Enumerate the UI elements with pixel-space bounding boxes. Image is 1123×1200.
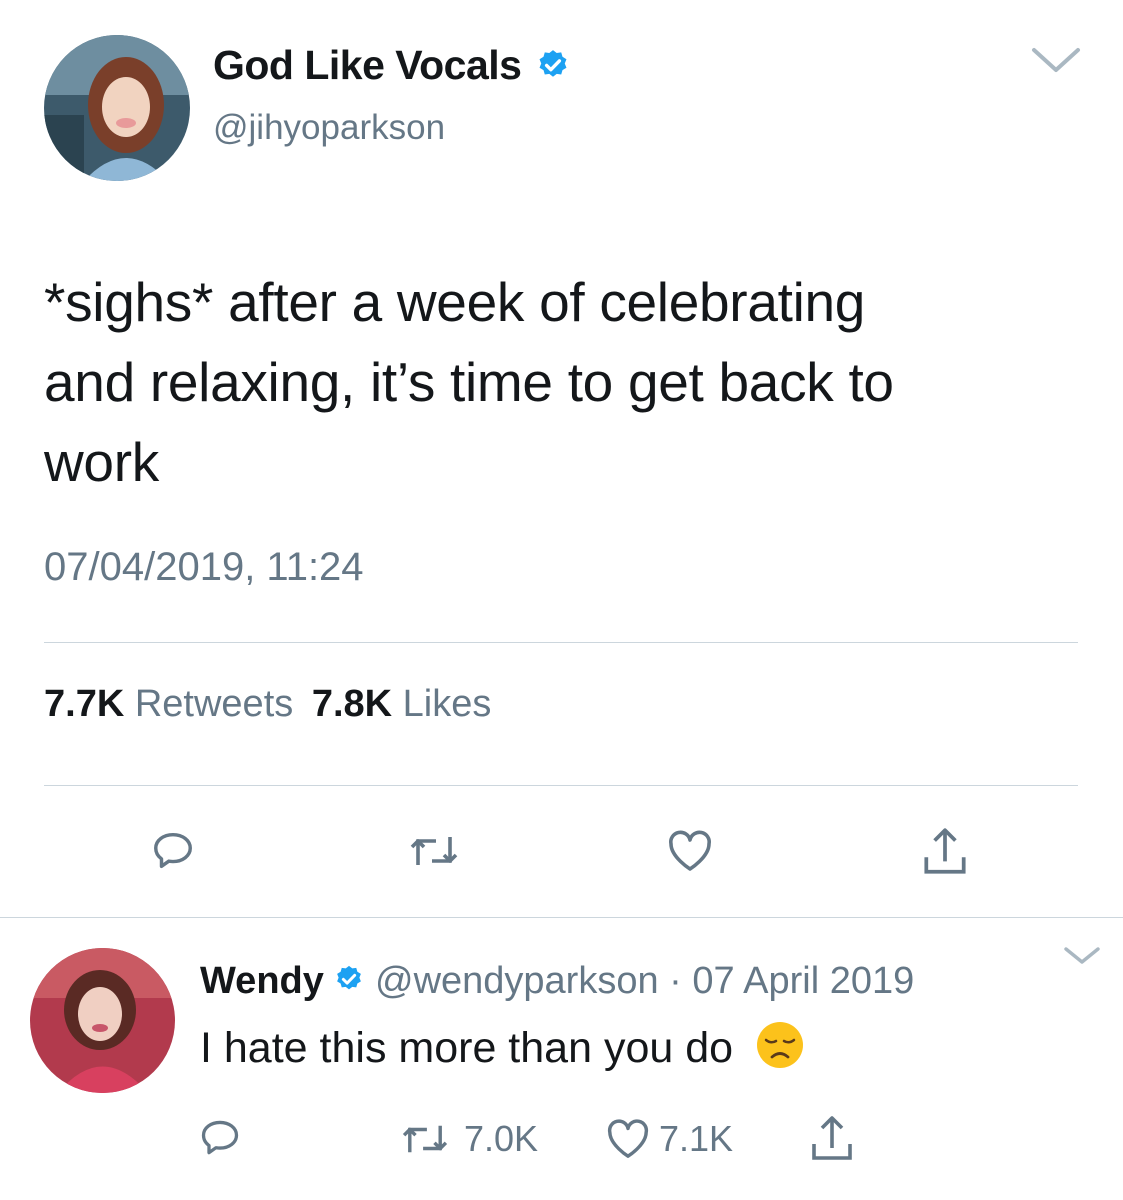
like-label: Likes — [402, 683, 492, 725]
avatar-reply[interactable] — [30, 948, 175, 1093]
retweet-count: 7.7K — [44, 683, 125, 725]
disappointed-face-emoji-icon — [755, 1020, 805, 1081]
reply-like-count: 7.1K — [659, 1118, 734, 1159]
verified-badge-icon — [334, 961, 364, 1004]
retweet-icon[interactable] — [408, 831, 460, 871]
reply-text-content: I hate this more than you do — [200, 1023, 734, 1072]
reply-header: Wendy @wendyparkson · 07 April 2019 — [200, 960, 914, 1004]
divider — [44, 785, 1078, 786]
like-count: 7.8K — [311, 683, 393, 725]
tweet-text-line: *sighs* after a week of celebrating — [44, 271, 866, 333]
reply-icon[interactable] — [150, 828, 196, 874]
avatar-main[interactable] — [44, 35, 190, 181]
chevron-down-icon[interactable] — [1063, 945, 1101, 967]
share-icon[interactable] — [920, 824, 970, 878]
heart-icon — [605, 1117, 651, 1161]
reply-like-action[interactable]: 7.1K — [605, 1118, 733, 1160]
divider — [0, 917, 1123, 918]
reply-retweet-action[interactable]: 7.0K — [400, 1118, 538, 1160]
reply-handle[interactable]: @wendyparkson — [375, 960, 659, 1002]
tweet-text: *sighs* after a week of celebrating and … — [44, 262, 894, 502]
reply-text: I hate this more than you do — [200, 1020, 805, 1081]
reply-icon[interactable] — [198, 1116, 242, 1160]
retweet-icon — [400, 1120, 450, 1158]
tweet-text-line: work — [44, 431, 159, 493]
stats-row: 7.7K Retweets 7.8K Likes — [44, 683, 491, 726]
retweets-stat[interactable]: 7.7K Retweets — [44, 683, 304, 725]
separator-dot: · — [669, 960, 682, 1002]
handle[interactable]: @jihyoparkson — [213, 108, 445, 148]
display-name[interactable]: God Like Vocals — [213, 42, 570, 92]
display-name-text: God Like Vocals — [213, 42, 522, 88]
reply-date[interactable]: 07 April 2019 — [692, 960, 914, 1002]
divider — [44, 642, 1078, 643]
retweet-label: Retweets — [134, 683, 294, 725]
likes-stat[interactable]: 7.8K Likes — [312, 683, 492, 725]
heart-icon[interactable] — [666, 828, 714, 874]
tweet-text-line: and relaxing, it’s time to get back to — [44, 351, 894, 413]
verified-badge-icon — [536, 45, 570, 92]
chevron-down-icon[interactable] — [1030, 45, 1082, 75]
share-icon[interactable] — [808, 1112, 856, 1164]
reply-display-name[interactable]: Wendy — [200, 960, 324, 1002]
reply-retweet-count: 7.0K — [464, 1118, 539, 1159]
timestamp[interactable]: 07/04/2019, 11:24 — [44, 545, 364, 590]
